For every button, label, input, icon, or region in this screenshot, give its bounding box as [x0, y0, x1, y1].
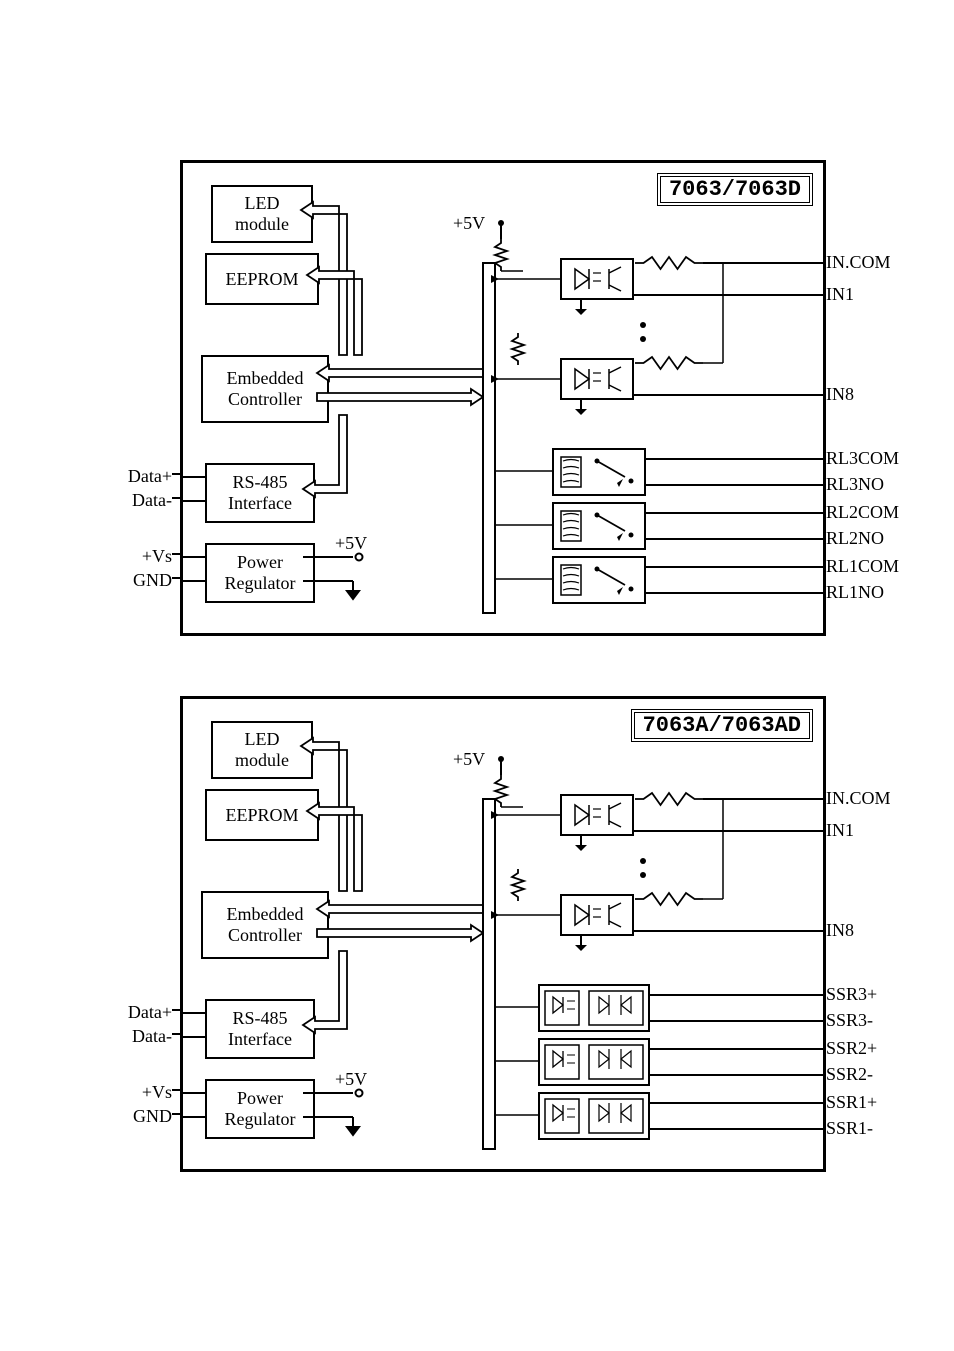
pin-right-3: RL3COM [826, 448, 899, 469]
pin-vs: +Vs [100, 1082, 172, 1103]
pin-vs: +Vs [100, 546, 172, 567]
pin-right-7: RL1COM [826, 556, 899, 577]
pin-right-0: IN.COM [826, 252, 891, 273]
pin-right-5: SSR2+ [826, 1038, 877, 1059]
pin-right-7: SSR1+ [826, 1092, 877, 1113]
pin-right-1: IN1 [826, 820, 854, 841]
pin-right-4: RL3NO [826, 474, 884, 495]
pin-data_minus: Data- [100, 1026, 172, 1047]
wiring-svg [183, 163, 823, 633]
pin-right-3: SSR3+ [826, 984, 877, 1005]
diagram-frame: 7063A/7063ADLEDmoduleEEPROMEmbeddedContr… [180, 696, 826, 1172]
pin-gnd: GND [100, 1106, 172, 1127]
pin-right-1: IN1 [826, 284, 854, 305]
pin-gnd: GND [100, 570, 172, 591]
wiring-svg [183, 699, 823, 1169]
label-5v-top: +5V [453, 213, 485, 234]
label-5v-power: +5V [335, 533, 367, 554]
pin-data_plus: Data+ [100, 466, 172, 487]
pin-data_plus: Data+ [100, 1002, 172, 1023]
pin-right-0: IN.COM [826, 788, 891, 809]
pin-right-2: IN8 [826, 920, 854, 941]
label-5v-power: +5V [335, 1069, 367, 1090]
label-5v-top: +5V [453, 749, 485, 770]
diagram-frame: 7063/7063DLEDmoduleEEPROMEmbeddedControl… [180, 160, 826, 636]
pin-right-4: SSR3- [826, 1010, 873, 1031]
pin-right-6: RL2NO [826, 528, 884, 549]
pin-right-5: RL2COM [826, 502, 899, 523]
pin-data_minus: Data- [100, 490, 172, 511]
pin-right-2: IN8 [826, 384, 854, 405]
pin-right-8: SSR1- [826, 1118, 873, 1139]
block-diagram: 7063A/7063ADLEDmoduleEEPROMEmbeddedContr… [100, 696, 954, 1172]
pin-right-6: SSR2- [826, 1064, 873, 1085]
block-diagram: 7063/7063DLEDmoduleEEPROMEmbeddedControl… [100, 160, 954, 636]
pin-right-8: RL1NO [826, 582, 884, 603]
